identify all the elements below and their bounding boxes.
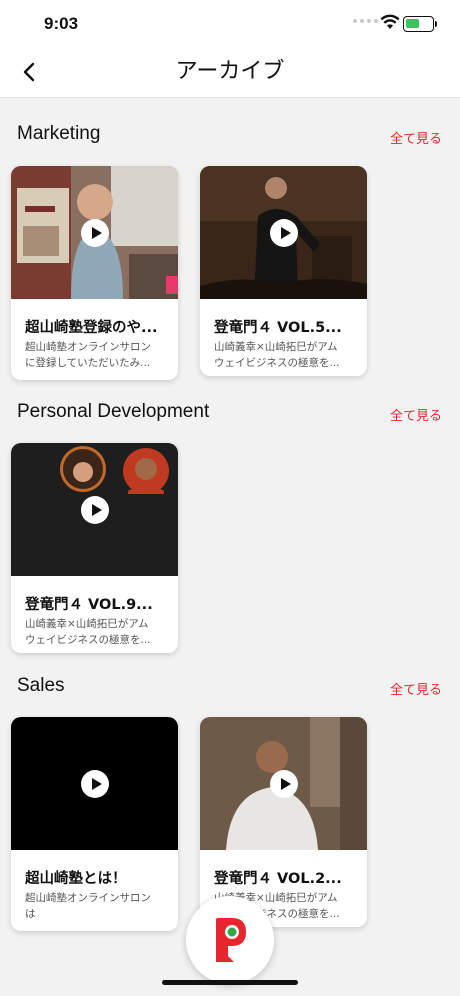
video-card[interactable]: 超山崎塾登録のや... 超山崎塾オンラインサロン に登録していただいたみ... bbox=[11, 166, 178, 380]
play-icon bbox=[91, 778, 102, 790]
play-button[interactable] bbox=[81, 219, 109, 247]
video-thumbnail bbox=[11, 443, 178, 576]
play-button[interactable] bbox=[81, 770, 109, 798]
video-thumbnail bbox=[200, 166, 367, 299]
video-thumbnail bbox=[11, 717, 178, 850]
video-card[interactable]: 超山崎塾とは！ 超山崎塾オンラインサロン は bbox=[11, 717, 178, 931]
signal-icon bbox=[353, 19, 378, 23]
card-title: 登竜門４ VOL.2... bbox=[214, 871, 342, 887]
see-all-sales[interactable]: 全て見る bbox=[390, 679, 442, 698]
page-title: アーカイブ bbox=[175, 59, 285, 84]
status-time: 9:03 bbox=[44, 14, 79, 33]
card-description: 山崎義幸×山崎拓巳がアム ウェイビジネスの極意を... bbox=[25, 618, 151, 646]
section-title-sales: Sales bbox=[17, 675, 65, 696]
section-title-personal-development: Personal Development bbox=[17, 401, 210, 422]
card-description: 山崎義幸×山崎拓巳がアム ウェイビジネスの極意を... bbox=[214, 341, 340, 369]
card-title: 超山崎塾とは！ bbox=[25, 871, 127, 887]
battery-cap bbox=[435, 21, 437, 27]
wifi-icon bbox=[380, 14, 400, 29]
play-icon bbox=[91, 227, 102, 239]
section-title-marketing: Marketing bbox=[17, 123, 101, 144]
video-card[interactable]: 登竜門４ VOL.5... 山崎義幸×山崎拓巳がアム ウェイビジネスの極意を..… bbox=[200, 166, 367, 376]
video-thumbnail bbox=[200, 717, 367, 850]
logo-fab-button[interactable] bbox=[186, 896, 274, 984]
card-title: 超山崎塾登録のや... bbox=[25, 320, 158, 336]
card-title: 登竜門４ VOL.5... bbox=[214, 320, 342, 336]
play-button[interactable] bbox=[81, 496, 109, 524]
play-button[interactable] bbox=[270, 770, 298, 798]
play-icon bbox=[280, 778, 291, 790]
status-bar: 9:03 bbox=[0, 0, 460, 46]
video-card[interactable]: 登竜門４ VOL.9... 山崎義幸×山崎拓巳がアム ウェイビジネスの極意を..… bbox=[11, 443, 178, 653]
battery-icon bbox=[403, 16, 434, 32]
video-thumbnail bbox=[11, 166, 178, 299]
play-icon bbox=[91, 504, 102, 516]
nav-bar: アーカイブ bbox=[0, 46, 460, 98]
see-all-personal-development[interactable]: 全て見る bbox=[390, 405, 442, 424]
p-logo-icon bbox=[216, 918, 246, 962]
card-title: 登竜門４ VOL.9... bbox=[25, 597, 153, 613]
home-indicator bbox=[162, 980, 298, 985]
play-icon bbox=[280, 227, 291, 239]
card-description: 超山崎塾オンラインサロン に登録していただいたみ... bbox=[25, 341, 151, 369]
card-description: 超山崎塾オンラインサロン は bbox=[25, 892, 151, 920]
see-all-marketing[interactable]: 全て見る bbox=[390, 128, 442, 147]
play-button[interactable] bbox=[270, 219, 298, 247]
